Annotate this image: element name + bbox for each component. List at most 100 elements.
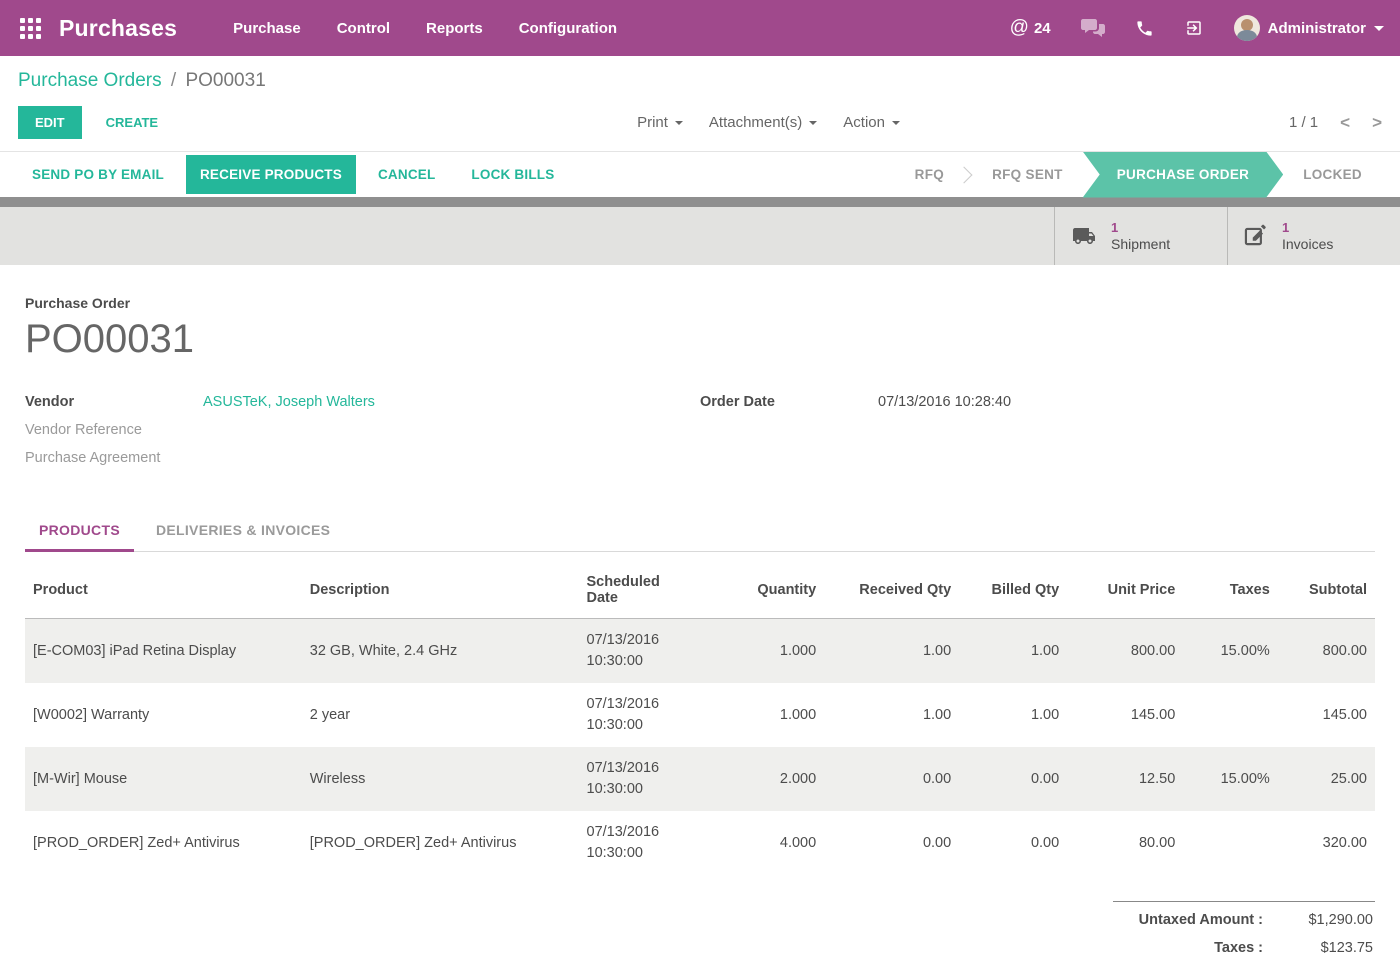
top-navbar: Purchases Purchase Control Reports Confi…	[0, 0, 1400, 56]
cell-quantity: 4.000	[703, 811, 825, 875]
cell-taxes	[1183, 683, 1278, 747]
col-billed-qty: Billed Qty	[959, 560, 1067, 619]
cancel-button[interactable]: CANCEL	[364, 155, 449, 194]
truck-icon	[1069, 224, 1099, 248]
state-pipeline: RFQ RFQ SENT PURCHASE ORDER LOCKED	[895, 152, 1382, 198]
pager-next-icon[interactable]: >	[1372, 113, 1382, 133]
phone-icon[interactable]	[1135, 19, 1154, 38]
cell-product: [E-COM03] iPad Retina Display	[25, 619, 302, 684]
cell-scheduled-date: 07/13/2016 10:30:00	[579, 811, 703, 875]
chevron-down-icon	[892, 121, 900, 125]
cell-quantity: 1.000	[703, 683, 825, 747]
cell-quantity: 1.000	[703, 619, 825, 684]
sign-in-icon[interactable]	[1184, 19, 1204, 37]
sheet-type-label: Purchase Order	[25, 295, 1375, 311]
col-subtotal: Subtotal	[1278, 560, 1375, 619]
pager-previous-icon[interactable]: <	[1340, 113, 1350, 133]
col-quantity: Quantity	[703, 560, 825, 619]
tab-products[interactable]: PRODUCTS	[25, 512, 134, 552]
user-menu[interactable]: Administrator	[1234, 15, 1384, 41]
taxes-value: $123.75	[1263, 940, 1373, 953]
invoices-count: 1	[1282, 219, 1333, 236]
breadcrumb-purchase-orders[interactable]: Purchase Orders	[18, 70, 162, 91]
taxes-label: Taxes :	[1214, 940, 1263, 953]
chevron-down-icon	[675, 121, 683, 125]
cell-subtotal: 145.00	[1278, 683, 1375, 747]
cell-subtotal: 25.00	[1278, 747, 1375, 811]
print-label: Print	[637, 114, 668, 131]
cell-product: [W0002] Warranty	[25, 683, 302, 747]
chevron-down-icon	[809, 121, 817, 125]
totals-block: Untaxed Amount : $1,290.00 Taxes : $123.…	[1113, 901, 1375, 953]
attachments-label: Attachment(s)	[709, 114, 802, 131]
edit-note-icon	[1242, 223, 1270, 249]
cell-subtotal: 320.00	[1278, 811, 1375, 875]
col-received-qty: Received Qty	[824, 560, 959, 619]
edit-button[interactable]: EDIT	[18, 106, 82, 139]
menu-configuration[interactable]: Configuration	[519, 20, 617, 37]
pager: 1 / 1 < >	[1289, 113, 1382, 133]
notebook-tabs: PRODUCTS DELIVERIES & INVOICES	[25, 512, 1375, 552]
cell-unit-price: 145.00	[1067, 683, 1183, 747]
messages-icon[interactable]	[1081, 18, 1105, 38]
cell-quantity: 2.000	[703, 747, 825, 811]
state-rfq[interactable]: RFQ	[895, 152, 964, 198]
order-lines-table: Product Description Scheduled Date Quant…	[25, 560, 1375, 875]
cell-billed-qty: 1.00	[959, 619, 1067, 684]
shipment-smart-button[interactable]: 1 Shipment	[1054, 207, 1227, 265]
attachments-dropdown[interactable]: Attachment(s)	[709, 114, 817, 131]
invoices-smart-button[interactable]: 1 Invoices	[1227, 207, 1400, 265]
table-header-row: Product Description Scheduled Date Quant…	[25, 560, 1375, 619]
vendor-label: Vendor	[25, 394, 203, 410]
order-date-label: Order Date	[700, 394, 878, 410]
action-label: Action	[843, 114, 885, 131]
user-name: Administrator	[1268, 20, 1366, 37]
receive-products-button[interactable]: RECEIVE PRODUCTS	[186, 155, 356, 194]
cell-description: Wireless	[302, 747, 579, 811]
cell-product: [M-Wir] Mouse	[25, 747, 302, 811]
state-purchase-order[interactable]: PURCHASE ORDER	[1083, 152, 1283, 198]
cell-taxes	[1183, 811, 1278, 875]
shipment-label: Shipment	[1111, 236, 1170, 253]
order-date-value: 07/13/2016 10:28:40	[878, 394, 1011, 410]
chevron-down-icon	[1374, 26, 1384, 31]
state-rfq-sent[interactable]: RFQ SENT	[972, 152, 1083, 198]
cell-received-qty: 0.00	[824, 811, 959, 875]
col-product: Product	[25, 560, 302, 619]
status-bar: SEND PO BY EMAIL RECEIVE PRODUCTS CANCEL…	[0, 151, 1400, 197]
lock-bills-button[interactable]: LOCK BILLS	[457, 155, 568, 194]
print-dropdown[interactable]: Print	[637, 114, 683, 131]
cell-scheduled-date: 07/13/2016 10:30:00	[579, 683, 703, 747]
table-row[interactable]: [PROD_ORDER] Zed+ Antivirus [PROD_ORDER]…	[25, 811, 1375, 875]
table-row[interactable]: [E-COM03] iPad Retina Display 32 GB, Whi…	[25, 619, 1375, 684]
col-scheduled-date: Scheduled Date	[579, 560, 703, 619]
at-icon: @	[1010, 17, 1029, 39]
app-title[interactable]: Purchases	[59, 15, 177, 42]
table-row[interactable]: [M-Wir] Mouse Wireless 07/13/2016 10:30:…	[25, 747, 1375, 811]
breadcrumb-current: PO00031	[185, 70, 265, 91]
cell-unit-price: 12.50	[1067, 747, 1183, 811]
action-dropdown[interactable]: Action	[843, 114, 900, 131]
untaxed-amount-label: Untaxed Amount :	[1139, 912, 1263, 928]
create-button[interactable]: CREATE	[96, 106, 168, 139]
table-row[interactable]: [W0002] Warranty 2 year 07/13/2016 10:30…	[25, 683, 1375, 747]
send-po-by-email-button[interactable]: SEND PO BY EMAIL	[18, 155, 178, 194]
vendor-value[interactable]: ASUSTeK, Joseph Walters	[203, 394, 375, 410]
top-menu: Purchase Control Reports Configuration	[233, 20, 617, 37]
activity-counter[interactable]: @ 24	[1010, 17, 1051, 39]
col-description: Description	[302, 560, 579, 619]
cell-taxes: 15.00%	[1183, 747, 1278, 811]
cell-received-qty: 1.00	[824, 683, 959, 747]
breadcrumb: Purchase Orders / PO00031	[18, 70, 1382, 92]
state-locked[interactable]: LOCKED	[1283, 152, 1382, 198]
untaxed-amount-value: $1,290.00	[1263, 912, 1373, 928]
form-sheet: Purchase Order PO00031 Vendor ASUSTeK, J…	[0, 295, 1400, 953]
menu-reports[interactable]: Reports	[426, 20, 483, 37]
cell-received-qty: 1.00	[824, 619, 959, 684]
menu-control[interactable]: Control	[337, 20, 390, 37]
tab-deliveries-invoices[interactable]: DELIVERIES & INVOICES	[142, 512, 344, 551]
apps-menu-icon[interactable]	[20, 18, 41, 39]
cell-description: [PROD_ORDER] Zed+ Antivirus	[302, 811, 579, 875]
cell-unit-price: 800.00	[1067, 619, 1183, 684]
menu-purchase[interactable]: Purchase	[233, 20, 301, 37]
